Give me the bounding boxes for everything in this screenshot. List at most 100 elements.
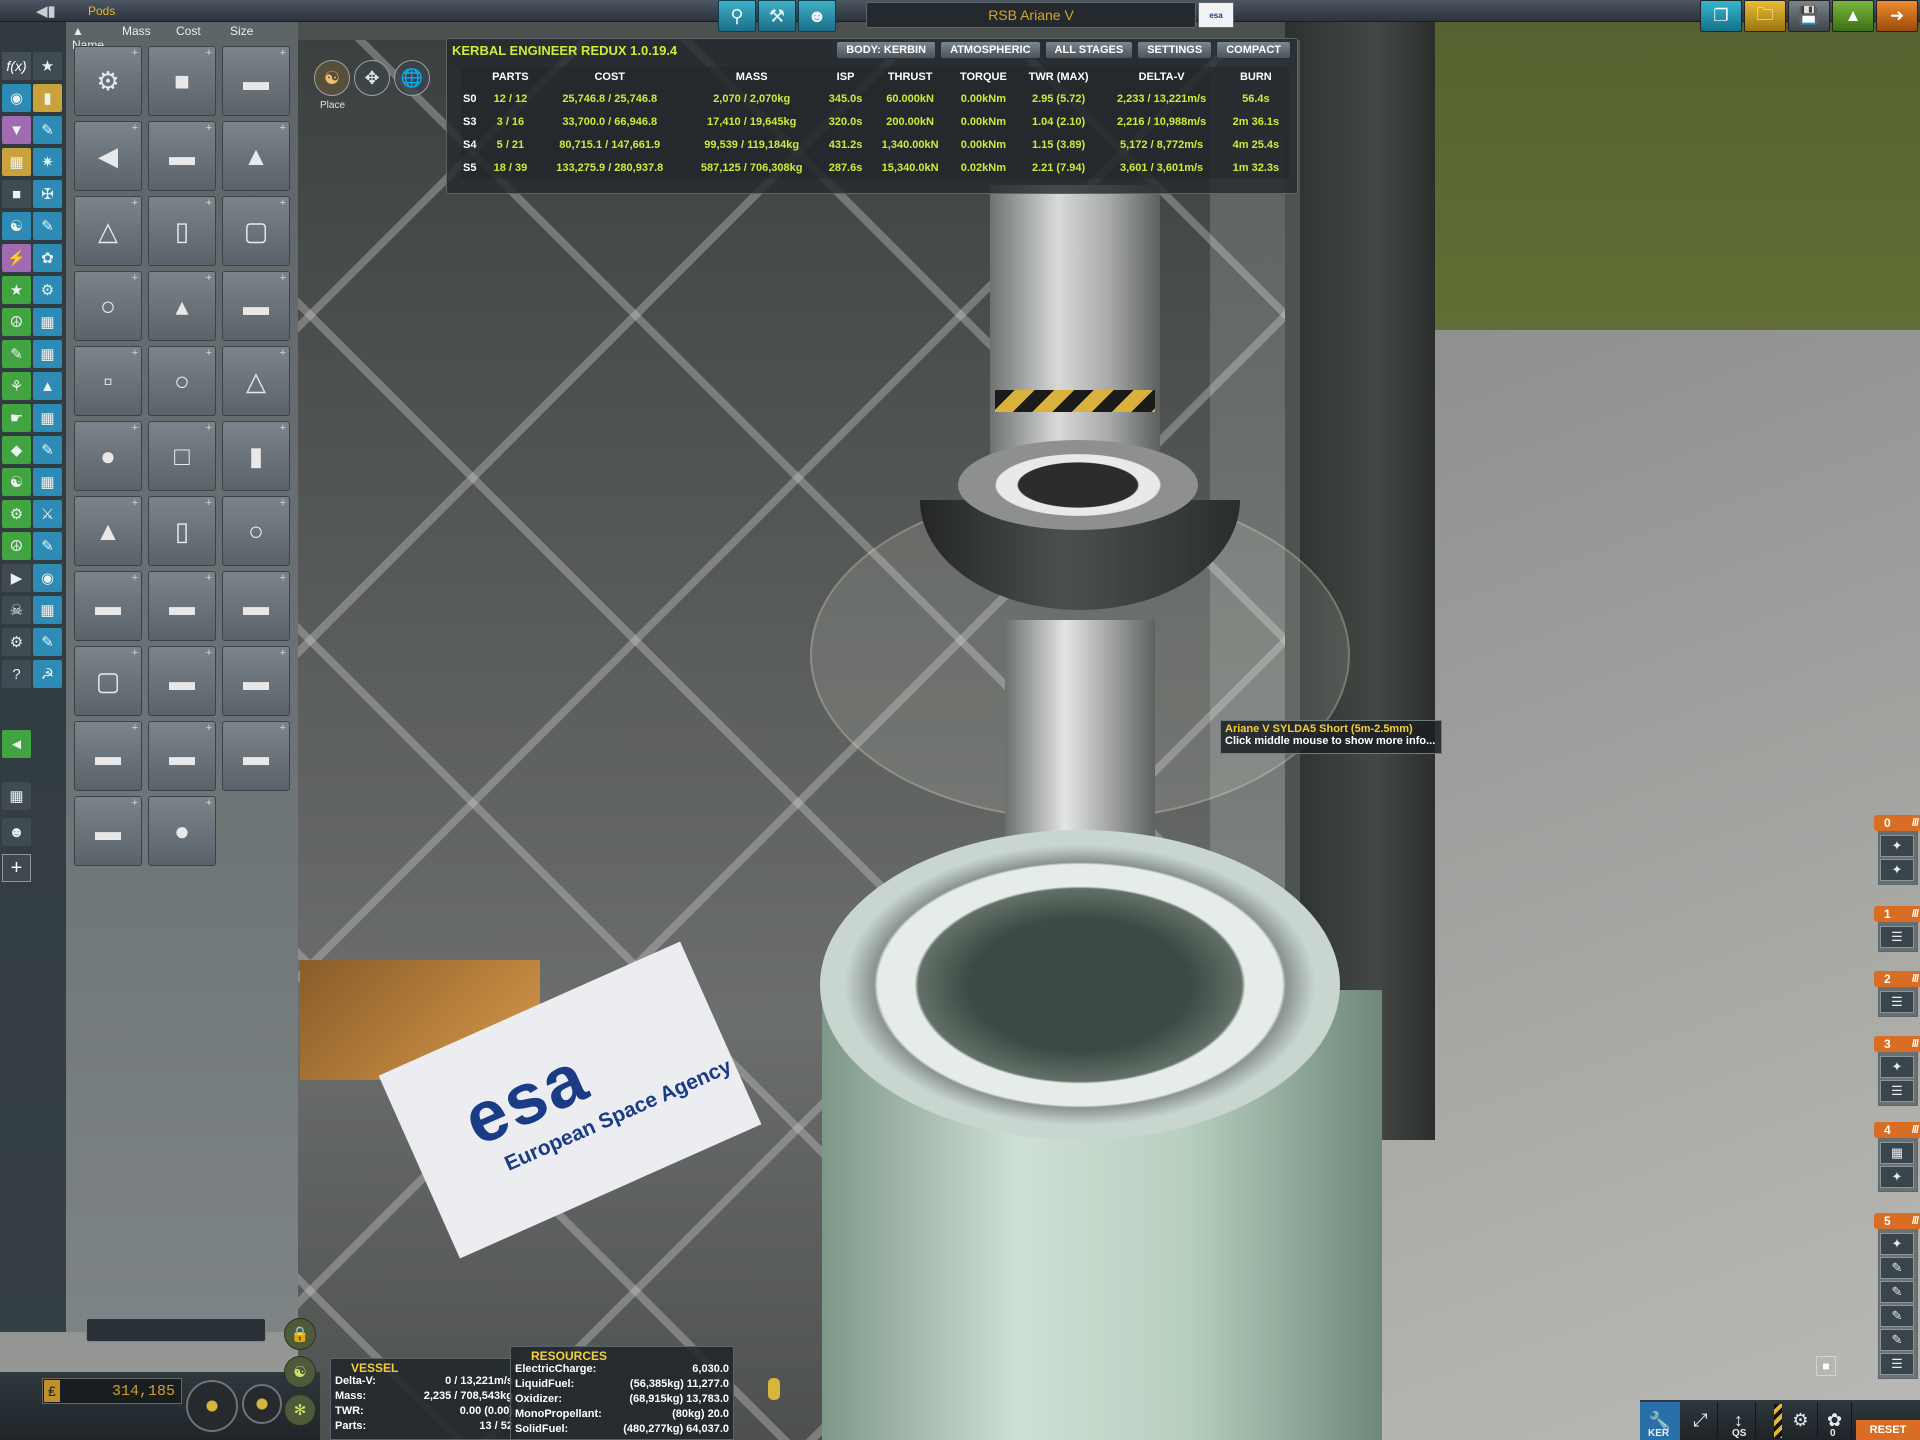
part-search-input[interactable] [86, 1318, 266, 1342]
ground-category-icon[interactable]: ☯ [2, 212, 31, 240]
part-tile[interactable]: ▫ + [74, 346, 142, 416]
utility-category-icon[interactable]: ☮ [2, 308, 31, 336]
stage-part-icon[interactable]: ✦ [1880, 859, 1914, 881]
offset-tool-icon[interactable]: ✥ [354, 60, 390, 96]
expand-icon[interactable]: ⤢ [1684, 1402, 1718, 1438]
all-stages-button[interactable]: ALL STAGES [1044, 41, 1134, 59]
settings-gear-icon[interactable]: ⚙ [1784, 1402, 1818, 1438]
mod-category-icon-11[interactable]: ⚙ [2, 500, 31, 528]
sort-mass-button[interactable]: Mass [122, 24, 176, 44]
cargo-category-icon[interactable]: ⚙ [33, 276, 62, 304]
subassembly-category-icon[interactable]: ◄ [2, 730, 31, 758]
stage-header[interactable]: 3 /// [1874, 1036, 1920, 1052]
settings-button[interactable]: SETTINGS [1137, 41, 1213, 59]
stage-header[interactable]: 0 /// [1874, 815, 1920, 831]
mod-category-icon-9[interactable]: ☯ [2, 468, 31, 496]
stage-part-icon[interactable]: ✎ [1880, 1305, 1914, 1327]
part-tile[interactable]: ▬ + [222, 721, 290, 791]
part-tile[interactable]: ○ + [222, 496, 290, 566]
communication-category-icon[interactable]: ✿ [33, 244, 62, 272]
body-button[interactable]: BODY: KERBIN [836, 41, 937, 59]
atmospheric-button[interactable]: ATMOSPHERIC [940, 41, 1041, 59]
stage-part-icon[interactable]: ▦ [1880, 1142, 1914, 1164]
squad-category-icon[interactable]: ☠ [2, 596, 31, 624]
stage-header[interactable]: 1 /// [1874, 906, 1920, 922]
stage-part-icon[interactable]: ☰ [1880, 926, 1914, 948]
part-tile[interactable]: ▬ + [74, 721, 142, 791]
sort-name-button[interactable]: ▲ Name [66, 24, 122, 52]
rocket-decoupler-ring[interactable] [958, 440, 1198, 530]
part-tile[interactable]: ▬ + [222, 571, 290, 641]
sort-size-button[interactable]: Size [230, 24, 284, 44]
stage-part-icon[interactable]: ☰ [1880, 1080, 1914, 1102]
stage-part-icon[interactable]: ✦ [1880, 1056, 1914, 1078]
mod-category-icon-6[interactable]: ▦ [33, 404, 62, 432]
part-tile[interactable]: ▬ + [148, 121, 216, 191]
mod-category-icon-7[interactable]: ◆ [2, 436, 31, 464]
mod-category-icon-14[interactable]: ✎ [33, 532, 62, 560]
part-tile[interactable]: ● + [74, 421, 142, 491]
part-tile[interactable]: △ + [222, 346, 290, 416]
part-tile[interactable]: ▢ + [74, 646, 142, 716]
stage-header[interactable]: 5 /// [1874, 1213, 1920, 1229]
rotate-tool-icon[interactable]: 🌐 [394, 60, 430, 96]
stage-header[interactable]: 2 /// [1874, 971, 1920, 987]
mod-category-icon-8[interactable]: ✎ [33, 436, 62, 464]
part-tile[interactable]: ▬ + [74, 571, 142, 641]
mod-category-icon-10[interactable]: ▦ [33, 468, 62, 496]
electrical-category-icon[interactable]: ⚡ [2, 244, 31, 272]
part-tile[interactable]: △ + [74, 196, 142, 266]
part-tile[interactable]: ▬ + [148, 721, 216, 791]
back-arrow-icon[interactable]: ◀▮ [36, 2, 56, 20]
mod-category-icon-16[interactable]: ◉ [33, 564, 62, 592]
part-tile[interactable]: ⚙ + [74, 46, 142, 116]
mod-category-icon-4[interactable]: ▲ [33, 372, 62, 400]
part-tile[interactable]: ▬ + [222, 271, 290, 341]
part-tile[interactable]: ● + [148, 796, 216, 866]
coupling-category-icon[interactable]: ✷ [33, 148, 62, 176]
control-category-icon[interactable]: ✎ [33, 116, 62, 144]
stage-part-icon[interactable]: ☰ [1880, 991, 1914, 1013]
part-tile[interactable]: ○ + [148, 346, 216, 416]
thermal-category-icon[interactable]: ✎ [33, 212, 62, 240]
flag-button[interactable]: esa [1198, 2, 1234, 28]
part-tile[interactable]: ▢ + [222, 196, 290, 266]
mod-category-icon-20[interactable]: ☭ [33, 660, 62, 688]
part-info-icon[interactable]: ■ [1816, 1356, 1836, 1376]
stage-part-icon[interactable]: ✦ [1880, 1233, 1914, 1255]
place-tool-icon[interactable]: ☯ [314, 60, 350, 96]
actions-mode-icon[interactable]: ⚒ [758, 0, 796, 32]
stage-part-icon[interactable]: ✦ [1880, 1166, 1914, 1188]
kerbal-category-icon[interactable]: ☻ [2, 818, 31, 846]
science-category-icon[interactable]: ★ [2, 276, 31, 304]
vessel-name-input[interactable]: RSB Ariane V [866, 2, 1196, 28]
stage-part-icon[interactable]: ☰ [1880, 1353, 1914, 1375]
add-category-button[interactable]: + [2, 854, 31, 882]
robotics-category-icon[interactable]: ▦ [33, 308, 62, 336]
fuel-category-icon[interactable]: ▮ [33, 84, 62, 112]
payload-category-icon[interactable]: ■ [2, 180, 31, 208]
snap-icon[interactable]: ✻ [284, 1394, 316, 1426]
engine-category-icon[interactable]: ▼ [2, 116, 31, 144]
tag-icon[interactable]: ★ [33, 52, 62, 80]
part-tile[interactable]: □ + [148, 421, 216, 491]
part-tile[interactable]: ■ + [148, 46, 216, 116]
symmetry-icon[interactable]: ☯ [284, 1356, 316, 1388]
part-tile[interactable]: ○ + [74, 271, 142, 341]
stage-part-icon[interactable]: ✎ [1880, 1281, 1914, 1303]
part-tile[interactable]: ▬ + [148, 571, 216, 641]
building-category-icon[interactable]: ▦ [2, 782, 31, 810]
part-tile[interactable]: ▮ + [222, 421, 290, 491]
part-tile[interactable]: ▲ + [74, 496, 142, 566]
compact-button[interactable]: COMPACT [1216, 41, 1291, 59]
mod-category-icon-12[interactable]: ⚔ [33, 500, 62, 528]
new-craft-icon[interactable]: ❐ [1700, 0, 1742, 32]
part-tile[interactable]: ▬ + [222, 46, 290, 116]
pods-category-icon[interactable]: ◉ [2, 84, 31, 112]
save-craft-icon[interactable]: 💾 [1788, 0, 1830, 32]
mod-category-icon-15[interactable]: ▶ [2, 564, 31, 592]
help-category-icon[interactable]: ? [2, 660, 31, 688]
mod-category-icon-13[interactable]: ☮ [2, 532, 31, 560]
mod-category-icon-5[interactable]: ☛ [2, 404, 31, 432]
reset-button[interactable]: RESET [1856, 1420, 1920, 1440]
